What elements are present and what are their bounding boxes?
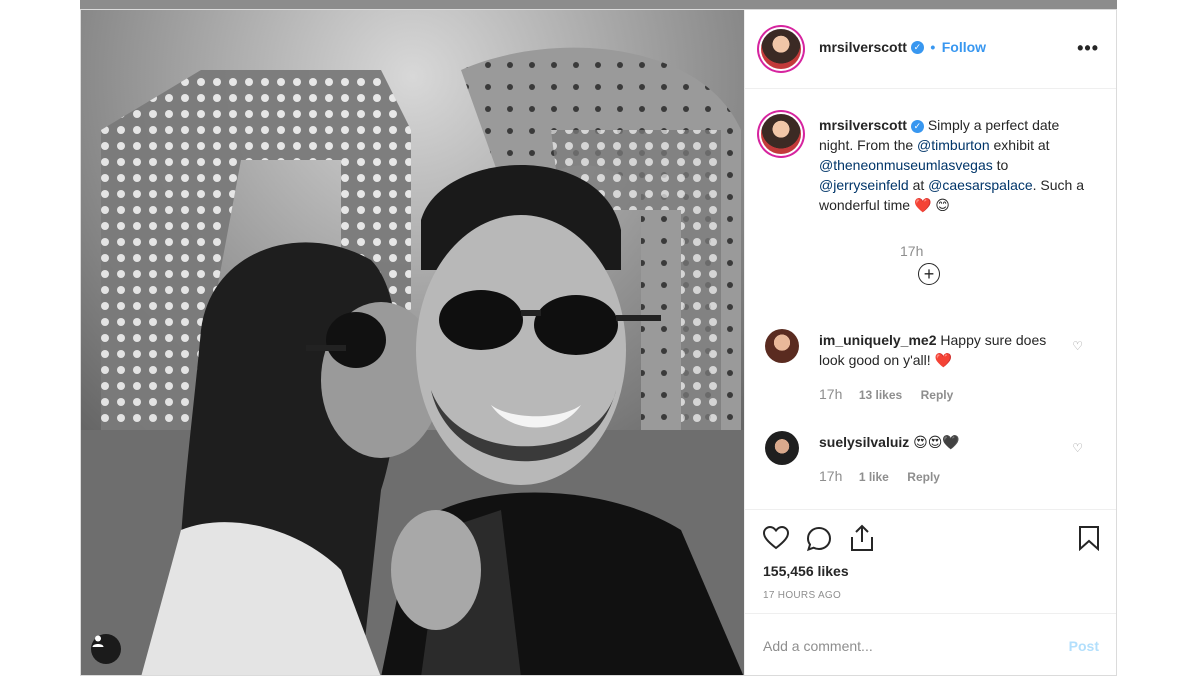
comments-scroll-area[interactable]: mrsilverscott ✓ Simply a perfect date nig… — [745, 89, 1116, 509]
author-avatar[interactable] — [761, 29, 801, 69]
verified-badge-icon: ✓ — [910, 119, 924, 133]
post-photo[interactable] — [81, 10, 744, 675]
comment-like-icon[interactable]: ♡ — [1072, 339, 1083, 353]
caption-text-segment: exhibit at — [989, 137, 1050, 153]
comment-like-icon[interactable]: ♡ — [1072, 441, 1083, 455]
caption-timestamp[interactable]: 17h — [900, 243, 923, 259]
reply-button[interactable]: Reply — [907, 470, 940, 484]
commenter-avatar[interactable] — [765, 431, 799, 465]
mention-link[interactable]: @timburton — [917, 137, 990, 153]
comment-likes-count[interactable]: 13 likes — [859, 388, 902, 402]
user-tag-icon[interactable] — [91, 634, 121, 664]
reply-button[interactable]: Reply — [921, 388, 954, 402]
follow-separator: • — [930, 39, 936, 55]
caption: mrsilverscott ✓ Simply a perfect date nig… — [819, 115, 1089, 215]
author-username[interactable]: mrsilverscott — [819, 39, 907, 55]
commenter-username[interactable]: im_uniquely_me2 — [819, 332, 937, 348]
post-comment-button[interactable]: Post — [1069, 638, 1099, 654]
heart-emoji: ❤️ — [934, 352, 952, 368]
comment-input[interactable] — [763, 638, 1033, 654]
post-modal: mrsilverscott ✓ • Follow ••• mrsilverscot… — [80, 9, 1117, 676]
comment-meta: 17h 1 like Reply — [819, 468, 940, 486]
share-icon[interactable] — [849, 524, 875, 557]
caption-username[interactable]: mrsilverscott — [819, 117, 907, 133]
comment-likes-count[interactable]: 1 like — [859, 470, 889, 484]
load-more-icon[interactable]: + — [918, 263, 940, 285]
author-line: mrsilverscott ✓ • Follow — [819, 39, 986, 57]
add-comment-form: Post — [745, 613, 1116, 675]
caption-text-segment: to — [992, 157, 1009, 173]
follow-button[interactable]: Follow — [942, 39, 986, 55]
comment-timestamp[interactable]: 17h — [819, 386, 842, 402]
heart-icon[interactable] — [762, 525, 790, 555]
smile-emoji: 😊 — [935, 197, 950, 213]
caption-author-avatar[interactable] — [761, 114, 801, 154]
post-actions: 155,456 likes 17 HOURS AGO — [745, 509, 1116, 614]
mention-link[interactable]: @jerryseinfeld — [819, 177, 909, 193]
bookmark-icon[interactable] — [1078, 525, 1100, 556]
comment-meta: 17h 13 likes Reply — [819, 386, 953, 404]
mention-link[interactable]: @theneonmuseumlasvegas — [819, 157, 993, 173]
photo-illustration — [81, 10, 744, 675]
commenter-avatar[interactable] — [765, 329, 799, 363]
more-icon[interactable]: ••• — [1077, 38, 1099, 59]
post-time-ago[interactable]: 17 HOURS AGO — [763, 590, 841, 601]
comment-timestamp[interactable]: 17h — [819, 468, 842, 484]
likes-count[interactable]: 155,456 likes — [763, 563, 849, 579]
caption-text-segment: at — [908, 177, 929, 193]
comment-emoji: 😍😍🖤 — [913, 434, 960, 450]
post-side-panel: mrsilverscott ✓ • Follow ••• mrsilverscot… — [744, 10, 1116, 675]
mention-link[interactable]: @caesarspalace — [928, 177, 1033, 193]
heart-emoji: ❤️ — [913, 197, 932, 213]
commenter-username[interactable]: suelysilvaluiz — [819, 434, 909, 450]
verified-badge-icon: ✓ — [910, 41, 924, 55]
post-header: mrsilverscott ✓ • Follow ••• — [745, 10, 1116, 89]
comment-text: suelysilvaluiz 😍😍🖤 — [819, 432, 1055, 452]
comment-text: im_uniquely_me2 Happy sure does look goo… — [819, 330, 1055, 370]
comment-icon[interactable] — [806, 526, 832, 557]
